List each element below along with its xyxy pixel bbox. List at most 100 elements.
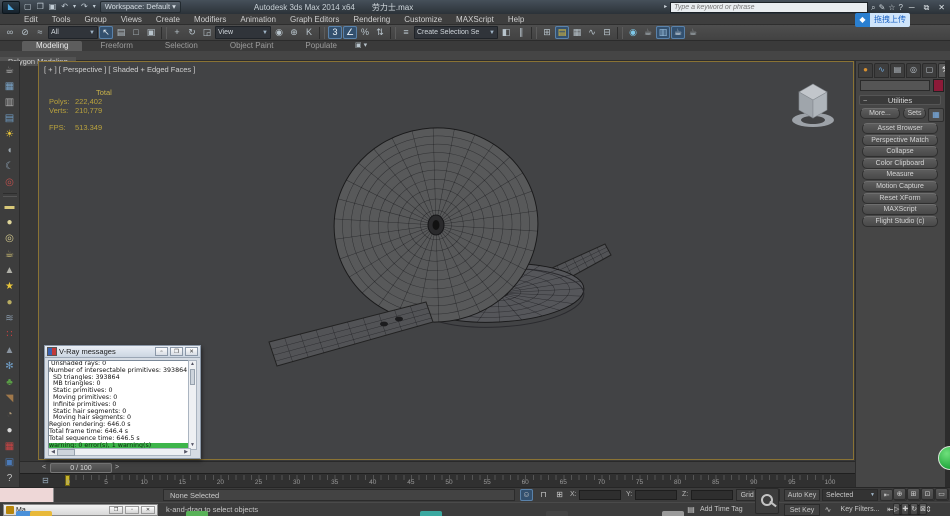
blue-utility-box-icon[interactable]: ▣ bbox=[2, 455, 18, 470]
tab-hierarchy[interactable]: ▤ bbox=[890, 63, 905, 78]
audio-speaker-icon[interactable]: ◖ bbox=[2, 143, 18, 158]
camera-film-icon[interactable]: ◎ bbox=[2, 175, 18, 190]
shell-rock-icon[interactable]: ◔ bbox=[2, 407, 18, 422]
coord-y-field[interactable] bbox=[635, 490, 677, 500]
bind-to-space-warp-icon[interactable]: ≈ bbox=[33, 26, 47, 39]
set-keys-button[interactable] bbox=[755, 488, 779, 514]
menu-tools[interactable]: Tools bbox=[52, 15, 71, 24]
pan-hand-icon[interactable]: ✚ bbox=[901, 503, 910, 515]
open-file-icon[interactable]: ❒ bbox=[36, 1, 45, 13]
render-production-icon[interactable]: ☕ bbox=[671, 26, 685, 39]
tab-modify[interactable]: ∿ bbox=[874, 63, 889, 78]
torus-primitive-icon[interactable]: ◎ bbox=[2, 231, 18, 246]
absolute-offset-mode-icon[interactable]: ⊞ bbox=[553, 489, 566, 501]
tab-display[interactable]: ▢ bbox=[922, 63, 937, 78]
snaps-toggle-3d-icon[interactable]: 3 bbox=[328, 26, 342, 39]
light-lamp-icon[interactable]: ☀ bbox=[2, 127, 18, 142]
mini-minimize-button[interactable]: ▫ bbox=[125, 506, 139, 514]
star-shape-icon[interactable]: ★ bbox=[2, 279, 18, 294]
window-crossing-toggle-icon[interactable]: ▣ bbox=[144, 26, 158, 39]
more-button[interactable]: More... bbox=[860, 108, 900, 119]
taskbar-app-fragment[interactable] bbox=[662, 511, 684, 516]
utility-measure[interactable]: Measure bbox=[862, 169, 938, 181]
app-logo-icon[interactable]: ◣ bbox=[2, 0, 20, 14]
viewport-label[interactable]: [ + ] [ Perspective ] [ Shaded + Edged F… bbox=[44, 65, 195, 74]
angle-snap-toggle-icon[interactable]: ∠ bbox=[343, 26, 357, 39]
taskbar-app-fragment[interactable] bbox=[420, 511, 442, 516]
utility-asset-browser[interactable]: Asset Browser bbox=[862, 123, 938, 134]
rendered-frame-window-icon[interactable]: ▥ bbox=[656, 26, 670, 39]
favorites-icon[interactable]: ☆ bbox=[888, 2, 895, 13]
dialog-window-icon[interactable]: ▤ bbox=[2, 111, 18, 126]
tree-foliage-icon[interactable]: ♣ bbox=[2, 375, 18, 390]
tab-selection[interactable]: Selection bbox=[151, 41, 212, 51]
tab-modeling[interactable]: Modeling bbox=[22, 41, 83, 51]
zoom-all-icon[interactable]: ⊞ bbox=[907, 488, 920, 500]
menu-graph-editors[interactable]: Graph Editors bbox=[290, 15, 339, 24]
taskbar-app-fragment[interactable] bbox=[30, 511, 52, 516]
save-file-icon[interactable]: ▣ bbox=[48, 1, 58, 13]
time-tag-icon[interactable]: ▤ bbox=[686, 504, 696, 516]
orbit-icon[interactable]: ↻ bbox=[910, 503, 919, 515]
unlink-selection-icon[interactable]: ⊘ bbox=[18, 26, 32, 39]
menu-maxscript[interactable]: MAXScript bbox=[456, 15, 494, 24]
tab-create[interactable]: ● bbox=[858, 63, 873, 78]
geosphere-primitive-icon[interactable]: ● bbox=[2, 295, 18, 310]
toggle-ribbon-icon[interactable]: ▦ bbox=[570, 26, 584, 39]
new-key-filter-icon[interactable]: ∿ bbox=[822, 504, 834, 516]
schematic-view-icon[interactable]: ⊟ bbox=[600, 26, 614, 39]
toggle-layer-explorer-icon[interactable]: ▤ bbox=[555, 26, 569, 39]
vray-minimize-button[interactable]: ▫ bbox=[155, 347, 168, 356]
menu-views[interactable]: Views bbox=[121, 15, 142, 24]
undo-icon[interactable]: ↶ bbox=[60, 1, 69, 13]
space-warp-icon[interactable]: ≋ bbox=[2, 311, 18, 326]
select-and-scale-icon[interactable]: ◲ bbox=[200, 26, 214, 39]
maxscript-mini-listener[interactable] bbox=[0, 488, 54, 502]
utility-reset-xform[interactable]: Reset XForm bbox=[862, 192, 938, 204]
new-file-icon[interactable]: ▢ bbox=[23, 1, 33, 13]
field-of-view-icon[interactable]: ▷ bbox=[893, 503, 901, 515]
curve-editor-icon[interactable]: ∿ bbox=[585, 26, 599, 39]
isolate-selection-toggle-icon[interactable]: ☺ bbox=[520, 489, 533, 501]
vray-messages-window[interactable]: V-Ray messages ▫ ❐ ✕ Unshaded rays: 0 Num… bbox=[44, 345, 201, 459]
selection-lock-icon[interactable]: ⊓ bbox=[537, 489, 550, 501]
ribbon-panel-strip[interactable]: Polygon Modeling bbox=[0, 51, 950, 66]
mirror-icon[interactable]: ◧ bbox=[499, 26, 513, 39]
search-input[interactable] bbox=[670, 1, 869, 13]
utility-motion-capture[interactable]: Motion Capture bbox=[862, 181, 938, 192]
help-icon[interactable]: ? bbox=[898, 2, 902, 13]
particle-system-icon[interactable]: ∷ bbox=[2, 327, 18, 342]
pyramid-scatter-icon[interactable]: ▲ bbox=[2, 343, 18, 358]
previous-frame-arrow[interactable]: < bbox=[42, 463, 46, 473]
sets-button[interactable]: Sets bbox=[903, 108, 926, 119]
select-by-name-icon[interactable]: ▤ bbox=[114, 26, 128, 39]
coord-x-field[interactable] bbox=[579, 490, 621, 500]
vray-title-bar[interactable]: V-Ray messages ▫ ❐ ✕ bbox=[45, 346, 200, 358]
menu-group[interactable]: Group bbox=[84, 15, 106, 24]
zoom-region-icon[interactable]: ▭ bbox=[935, 488, 948, 500]
utilities-rollout-header[interactable]: − Utilities bbox=[859, 95, 941, 105]
moon-sphere-icon[interactable]: ☾ bbox=[2, 159, 18, 174]
menu-modifiers[interactable]: Modifiers bbox=[194, 15, 226, 24]
minimize-button[interactable]: ─ bbox=[906, 2, 918, 13]
tab-freeform[interactable]: Freeform bbox=[86, 41, 146, 51]
view-cube[interactable] bbox=[783, 70, 843, 132]
rectangular-selection-region-icon[interactable]: □ bbox=[129, 26, 143, 39]
maximize-viewport-icon[interactable]: ⊠ bbox=[919, 503, 928, 515]
key-filter-dropdown[interactable]: Selected ▼ bbox=[822, 489, 878, 501]
material-editor-icon[interactable]: ◉ bbox=[626, 26, 640, 39]
open-mini-curve-editor-icon[interactable]: ⊟ bbox=[42, 476, 49, 485]
auto-key-button[interactable]: Auto Key bbox=[784, 489, 820, 501]
search-flyout-icon[interactable]: ▸ bbox=[664, 2, 667, 13]
next-frame-arrow[interactable]: > bbox=[115, 463, 119, 473]
toggle-scene-explorer-icon[interactable]: ⊞ bbox=[540, 26, 554, 39]
spinner-snap-toggle-icon[interactable]: ⇅ bbox=[373, 26, 387, 39]
named-selection-sets-dropdown[interactable]: Create Selection Se ▼ bbox=[414, 26, 498, 39]
align-icon[interactable]: ∥ bbox=[514, 26, 528, 39]
utilities-config-icon[interactable]: ▦ bbox=[928, 108, 944, 122]
menu-customize[interactable]: Customize bbox=[404, 15, 442, 24]
utility-flight-studio-c-[interactable]: Flight Studio (c) bbox=[862, 215, 938, 227]
drag-upload-overlay[interactable]: ◆ 拖拽上传 bbox=[855, 13, 910, 27]
bitmap-image-icon[interactable]: ▦ bbox=[2, 79, 18, 94]
track-bar[interactable]: ⊟ 0 5 10 15 20 25 30 35 40 45 50 55 60 65 70 75 80 85 90 95… bbox=[20, 473, 855, 487]
